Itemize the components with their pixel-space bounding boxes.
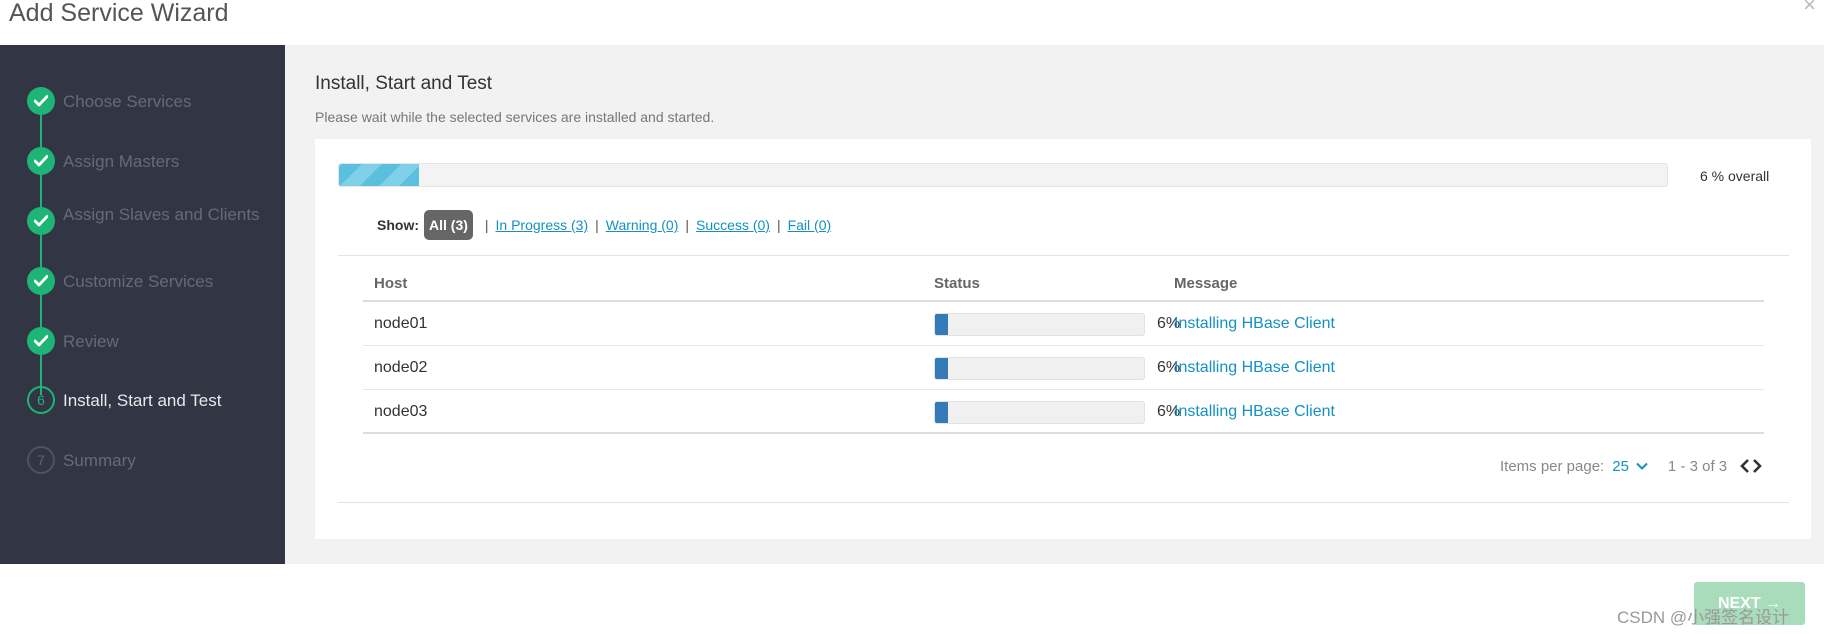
divider bbox=[338, 502, 1789, 503]
host-progress-bar bbox=[934, 313, 1145, 336]
step-assign-masters: Assign Masters bbox=[0, 146, 285, 176]
host-name: node01 bbox=[374, 315, 428, 332]
table-row: node03 6% Installing HBase Client bbox=[363, 390, 1764, 434]
close-icon[interactable]: × bbox=[1803, 0, 1816, 16]
page-subtitle: Please wait while the selected services … bbox=[315, 109, 715, 125]
host-progress-fill bbox=[935, 402, 948, 423]
step-number-badge: 6 bbox=[27, 386, 55, 414]
overall-progress-bar bbox=[338, 163, 1668, 187]
hosts-table: Host Status Message node01 6% Installing… bbox=[363, 265, 1764, 434]
filter-warning[interactable]: Warning (0) bbox=[606, 217, 679, 233]
filter-success[interactable]: Success (0) bbox=[696, 217, 770, 233]
host-message-link[interactable]: Installing HBase Client bbox=[1174, 359, 1335, 377]
page-title: Install, Start and Test bbox=[315, 73, 493, 94]
header-status: Status bbox=[934, 275, 980, 292]
step-label: Install, Start and Test bbox=[63, 391, 222, 410]
step-customize-services: Customize Services bbox=[0, 266, 285, 296]
page-range: 1 - 3 of 3 bbox=[1667, 457, 1728, 475]
filter-separator: | bbox=[685, 217, 690, 233]
step-summary: 7 Summary bbox=[0, 445, 285, 475]
main-content: Install, Start and Test Please wait whil… bbox=[285, 45, 1824, 564]
host-progress-bar bbox=[934, 357, 1145, 380]
overall-progress-fill bbox=[339, 164, 419, 186]
host-progress-bar bbox=[934, 401, 1145, 424]
host-name: node02 bbox=[374, 359, 428, 376]
step-label: Assign Slaves and Clients bbox=[63, 205, 260, 224]
dialog-header: Add Service Wizard × bbox=[0, 0, 1824, 45]
pagination: Items per page: 25 1 - 3 of 3 bbox=[1500, 454, 1765, 478]
chevron-right-icon[interactable] bbox=[1752, 458, 1763, 474]
filter-fail[interactable]: Fail (0) bbox=[788, 217, 832, 233]
divider bbox=[338, 255, 1789, 256]
step-label: Assign Masters bbox=[63, 152, 180, 171]
check-icon bbox=[27, 207, 55, 235]
host-progress-fill bbox=[935, 314, 948, 335]
step-label: Choose Services bbox=[63, 92, 192, 111]
chevron-left-icon[interactable] bbox=[1739, 458, 1750, 474]
check-icon bbox=[27, 87, 55, 115]
host-message-link[interactable]: Installing HBase Client bbox=[1174, 315, 1335, 333]
step-review: Review bbox=[0, 326, 285, 356]
filter-separator: | bbox=[484, 217, 489, 233]
install-card: 6 % overall Show: All (3) | In Progress … bbox=[315, 139, 1811, 539]
filter-separator: | bbox=[595, 217, 599, 233]
step-label: Customize Services bbox=[63, 272, 214, 291]
header-host: Host bbox=[374, 275, 408, 292]
chevron-down-icon[interactable] bbox=[1636, 462, 1648, 470]
table-header: Host Status Message bbox=[363, 265, 1764, 302]
filter-show-label: Show: bbox=[377, 217, 419, 233]
check-icon bbox=[27, 267, 55, 295]
table-row: node01 6% Installing HBase Client bbox=[363, 302, 1764, 346]
header-message: Message bbox=[1174, 275, 1238, 292]
check-icon bbox=[27, 147, 55, 175]
step-label: Summary bbox=[63, 451, 136, 470]
step-number-badge: 7 bbox=[27, 446, 55, 474]
host-message-link[interactable]: Installing HBase Client bbox=[1174, 403, 1335, 421]
dialog-title: Add Service Wizard bbox=[9, 0, 229, 27]
wizard-steps-sidebar: Choose Services Assign Masters Assign Sl… bbox=[0, 45, 285, 564]
step-install-start-test: 6 Install, Start and Test bbox=[0, 385, 285, 415]
watermark: CSDN @小强签名设计 bbox=[1617, 608, 1790, 627]
items-per-page-select[interactable]: 25 bbox=[1612, 458, 1629, 475]
step-label: Review bbox=[63, 332, 119, 351]
step-choose-services: Choose Services bbox=[0, 86, 285, 116]
host-name: node03 bbox=[374, 403, 428, 420]
overall-progress-text: 6 % overall bbox=[1700, 168, 1770, 184]
filter-all[interactable]: All (3) bbox=[424, 210, 473, 240]
filter-separator: | bbox=[776, 217, 781, 233]
items-per-page-label: Items per page: bbox=[1500, 457, 1605, 475]
table-row: node02 6% Installing HBase Client bbox=[363, 346, 1764, 390]
check-icon bbox=[27, 327, 55, 355]
host-progress-fill bbox=[935, 358, 948, 379]
filter-in-progress[interactable]: In Progress (3) bbox=[496, 217, 589, 233]
step-assign-slaves: Assign Slaves and Clients bbox=[0, 206, 285, 236]
status-filter-bar: Show: All (3) | In Progress (3) | Warnin… bbox=[377, 209, 831, 241]
